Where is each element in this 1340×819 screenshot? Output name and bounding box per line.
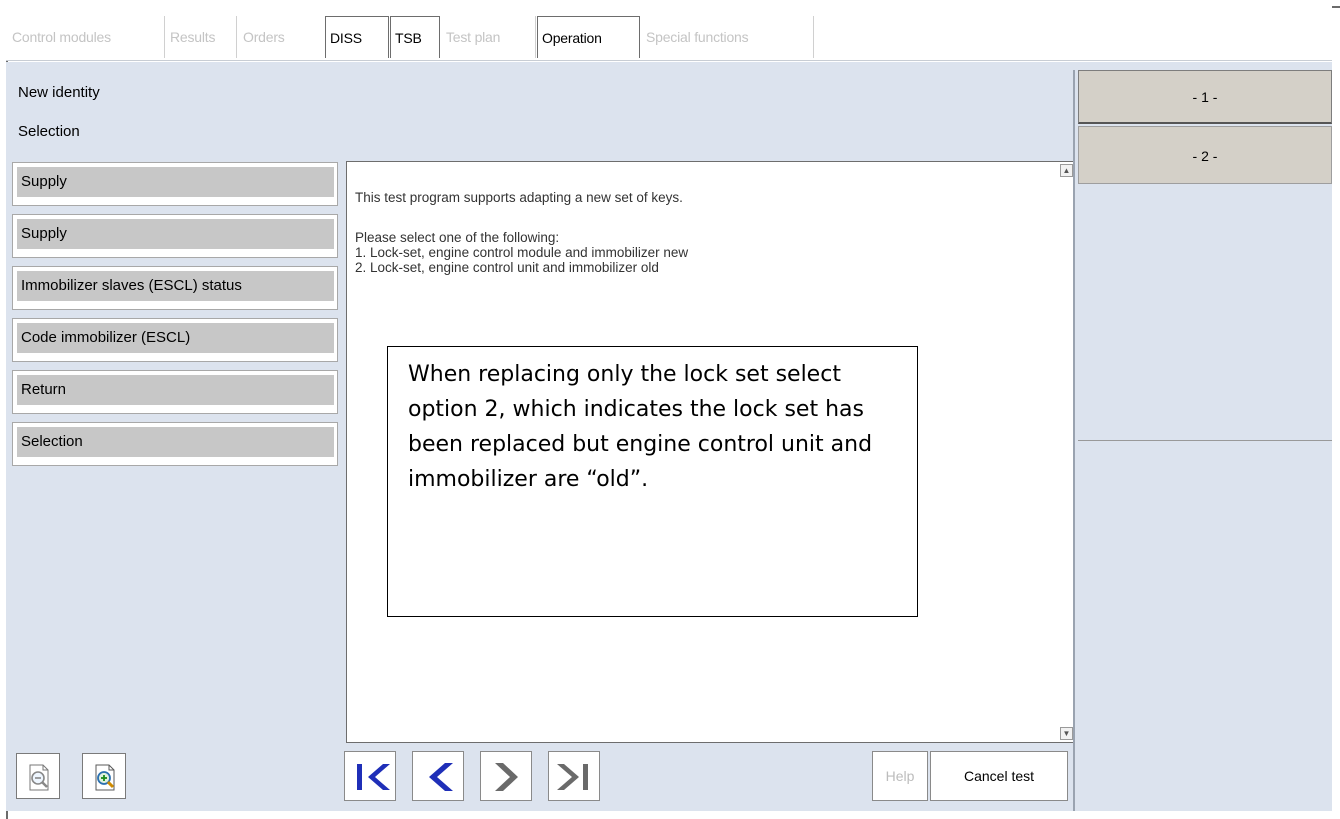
page-subtitle: Selection	[18, 123, 80, 140]
cancel-test-button[interactable]: Cancel test	[930, 751, 1068, 801]
back-icon	[429, 763, 453, 791]
bottom-toolbar: Help Cancel test	[6, 743, 1072, 811]
last-page-icon	[557, 764, 588, 790]
tab-diss[interactable]: DISS	[325, 16, 389, 58]
tab-operation[interactable]: Operation	[537, 16, 640, 58]
sidebar-item-label: Immobilizer slaves (ESCL) status	[17, 271, 334, 301]
scroll-down-icon[interactable]: ▼	[1060, 727, 1073, 740]
tab-special-functions[interactable]: Special functions	[642, 16, 814, 58]
back-button[interactable]	[412, 751, 464, 801]
selection-button-1[interactable]: - 1 -	[1078, 70, 1332, 124]
tab-control-modules[interactable]: Control modules	[8, 16, 165, 58]
last-page-button[interactable]	[548, 751, 600, 801]
forward-button[interactable]	[480, 751, 532, 801]
sidebar-item-label: Supply	[17, 167, 334, 197]
scroll-up-icon[interactable]: ▲	[1060, 164, 1073, 177]
sidebar: Supply Supply Immobilizer slaves (ESCL) …	[12, 162, 338, 740]
sidebar-item-supply-2[interactable]: Supply	[12, 214, 338, 258]
first-page-icon	[357, 764, 390, 790]
help-button[interactable]: Help	[872, 751, 928, 801]
zoom-out-button[interactable]	[16, 753, 60, 799]
content-scrollbar[interactable]: ▲ ▼	[1059, 162, 1073, 742]
zoom-out-icon	[29, 764, 49, 791]
tab-results[interactable]: Results	[166, 16, 237, 58]
sidebar-item-return[interactable]: Return	[12, 370, 338, 414]
sidebar-item-code-immobilizer[interactable]: Code immobilizer (ESCL)	[12, 318, 338, 362]
content-option-1: 1. Lock-set, engine control module and i…	[355, 245, 689, 260]
zoom-in-button[interactable]	[82, 753, 126, 799]
sidebar-item-immobilizer-status[interactable]: Immobilizer slaves (ESCL) status	[12, 266, 338, 310]
tab-bar: Control modules Results Orders DISS TSB …	[6, 0, 1332, 61]
panel-divider	[1073, 70, 1075, 811]
tab-test-plan[interactable]: Test plan	[442, 16, 536, 58]
right-panel-separator	[1078, 440, 1332, 441]
sidebar-item-label: Code immobilizer (ESCL)	[17, 323, 334, 353]
right-panel: - 1 - - 2 -	[1073, 70, 1332, 811]
tab-orders[interactable]: Orders	[239, 16, 325, 58]
zoom-in-icon	[95, 764, 115, 791]
sidebar-item-label: Selection	[17, 427, 334, 457]
sidebar-item-supply-1[interactable]: Supply	[12, 162, 338, 206]
first-page-button[interactable]	[344, 751, 396, 801]
sidebar-item-label: Return	[17, 375, 334, 405]
tab-tsb[interactable]: TSB	[390, 16, 440, 58]
content-prompt: Please select one of the following:	[355, 230, 560, 245]
sidebar-item-selection[interactable]: Selection	[12, 422, 338, 466]
page-title: New identity	[18, 84, 100, 101]
selection-button-2[interactable]: - 2 -	[1078, 126, 1332, 184]
content-panel: This test program supports adapting a ne…	[346, 161, 1074, 743]
header-area: New identity Selection	[6, 62, 1072, 158]
annotation-note: When replacing only the lock set select …	[387, 346, 918, 617]
main-area: New identity Selection Supply Supply Imm…	[6, 62, 1332, 811]
sidebar-item-label: Supply	[17, 219, 334, 249]
content-intro: This test program supports adapting a ne…	[355, 190, 683, 205]
content-option-2: 2. Lock-set, engine control unit and imm…	[355, 260, 659, 275]
forward-icon	[495, 763, 518, 791]
